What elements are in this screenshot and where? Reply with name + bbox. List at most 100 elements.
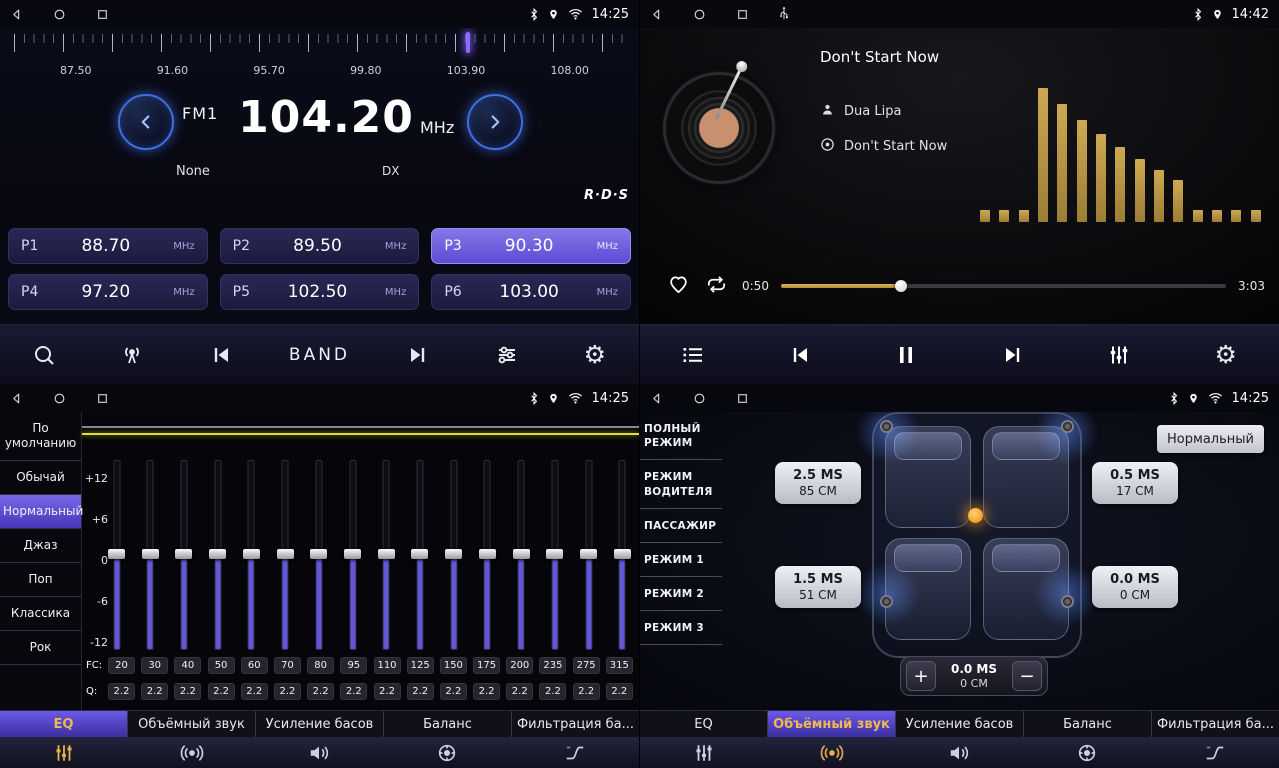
eq-icon[interactable] — [0, 737, 128, 768]
preset-p1[interactable]: P1 88.70 MHz — [8, 228, 208, 264]
tab-bass-boost[interactable]: Усиление басов — [896, 711, 1024, 737]
balance-icon[interactable] — [1023, 737, 1151, 768]
back-icon[interactable] — [650, 8, 663, 21]
tab-bass-boost[interactable]: Усиление басов — [256, 711, 384, 737]
eq-preset-custom[interactable]: Обычай — [0, 461, 81, 495]
recents-icon[interactable] — [736, 392, 749, 405]
eq-band-slider[interactable] — [580, 460, 597, 650]
bass-boost-icon[interactable] — [896, 737, 1024, 768]
eq-preset-jazz[interactable]: Джаз — [0, 529, 81, 563]
bass-boost-icon[interactable] — [256, 737, 384, 768]
band-button[interactable]: BAND — [289, 345, 350, 365]
slider-knob[interactable] — [344, 549, 361, 559]
back-icon[interactable] — [650, 392, 663, 405]
back-icon[interactable] — [10, 8, 23, 21]
eq-band-slider[interactable] — [277, 460, 294, 650]
slider-knob[interactable] — [175, 549, 192, 559]
back-icon[interactable] — [10, 392, 23, 405]
tab-filter[interactable]: Фильтрация ба... — [1152, 711, 1279, 737]
slider-knob[interactable] — [243, 549, 260, 559]
filter-icon[interactable] — [1151, 737, 1279, 768]
slider-knob[interactable] — [142, 549, 159, 559]
slider-knob[interactable] — [310, 549, 327, 559]
surround-icon[interactable] — [768, 737, 896, 768]
eq-preset-classic[interactable]: Классика — [0, 597, 81, 631]
eq-preset-default[interactable]: По умолчанию — [0, 412, 81, 461]
delay-decrease-button[interactable]: − — [1012, 661, 1042, 691]
delay-rear-left[interactable]: 1.5 MS 51 CM — [775, 566, 861, 608]
recents-icon[interactable] — [96, 8, 109, 21]
mode-driver[interactable]: РЕЖИМ ВОДИТЕЛЯ — [640, 460, 722, 508]
settings-gear-icon[interactable]: ⚙ — [1206, 342, 1246, 367]
previous-station-button[interactable] — [201, 343, 241, 367]
slider-knob[interactable] — [411, 549, 428, 559]
home-icon[interactable] — [53, 392, 66, 405]
mode-full[interactable]: ПОЛНЫЙ РЕЖИМ — [640, 412, 722, 460]
seek-knob[interactable] — [895, 280, 907, 292]
mode-1[interactable]: РЕЖИМ 1 — [640, 543, 722, 577]
repeat-icon[interactable] — [703, 273, 730, 300]
eq-band-slider[interactable] — [209, 460, 226, 650]
delay-front-right[interactable]: 0.5 MS 17 CM — [1092, 462, 1178, 504]
eq-band-slider[interactable] — [142, 460, 159, 650]
previous-track-button[interactable] — [780, 343, 820, 367]
next-station-button[interactable] — [398, 343, 438, 367]
slider-knob[interactable] — [479, 549, 496, 559]
home-icon[interactable] — [693, 8, 706, 21]
slider-knob[interactable] — [580, 549, 597, 559]
balance-icon[interactable] — [383, 737, 511, 768]
scan-button[interactable] — [24, 343, 64, 367]
eq-band-slider[interactable] — [108, 460, 125, 650]
tab-eq[interactable]: EQ — [0, 711, 128, 737]
eq-band-slider[interactable] — [445, 460, 462, 650]
recents-icon[interactable] — [96, 392, 109, 405]
tune-down-button[interactable] — [118, 94, 174, 150]
eq-icon[interactable] — [640, 737, 768, 768]
tune-up-button[interactable] — [467, 94, 523, 150]
album-art[interactable] — [663, 72, 775, 184]
tuner-indicator[interactable] — [466, 32, 470, 53]
tab-balance[interactable]: Баланс — [1024, 711, 1152, 737]
tab-surround[interactable]: Объёмный звук — [128, 711, 256, 737]
broadcast-icon[interactable] — [112, 343, 152, 367]
mode-3[interactable]: РЕЖИМ 3 — [640, 611, 722, 645]
eq-band-slider[interactable] — [614, 460, 631, 650]
home-icon[interactable] — [53, 8, 66, 21]
preset-p4[interactable]: P4 97.20 MHz — [8, 274, 208, 310]
seek-bar[interactable] — [781, 284, 1226, 288]
slider-knob[interactable] — [513, 549, 530, 559]
eq-preset-pop[interactable]: Поп — [0, 563, 81, 597]
tab-balance[interactable]: Баланс — [384, 711, 512, 737]
eq-preset-normal[interactable]: Нормальный — [0, 495, 81, 529]
eq-band-slider[interactable] — [411, 460, 428, 650]
eq-band-slider[interactable] — [310, 460, 327, 650]
filter-icon[interactable] — [511, 737, 639, 768]
next-track-button[interactable] — [993, 343, 1033, 367]
slider-knob[interactable] — [108, 549, 125, 559]
audio-settings-icon[interactable] — [487, 343, 527, 367]
slider-knob[interactable] — [378, 549, 395, 559]
slider-knob[interactable] — [209, 549, 226, 559]
settings-gear-icon[interactable]: ⚙ — [575, 342, 615, 367]
sound-profile-button[interactable]: Нормальный — [1157, 425, 1264, 453]
pause-button[interactable] — [886, 343, 926, 367]
playlist-icon[interactable] — [673, 343, 713, 367]
preset-p6[interactable]: P6 103.00 MHz — [431, 274, 631, 310]
delay-increase-button[interactable]: + — [906, 661, 936, 691]
slider-knob[interactable] — [277, 549, 294, 559]
slider-knob[interactable] — [445, 549, 462, 559]
delay-front-left[interactable]: 2.5 MS 85 CM — [775, 462, 861, 504]
eq-band-slider[interactable] — [378, 460, 395, 650]
surround-icon[interactable] — [128, 737, 256, 768]
eq-band-slider[interactable] — [243, 460, 260, 650]
mode-passenger[interactable]: ПАССАЖИР — [640, 509, 722, 543]
preset-p3[interactable]: P3 90.30 MHz — [431, 228, 631, 264]
recents-icon[interactable] — [736, 8, 749, 21]
tab-surround[interactable]: Объёмный звук — [768, 711, 896, 737]
eq-preset-rock[interactable]: Рок — [0, 631, 81, 665]
eq-band-slider[interactable] — [175, 460, 192, 650]
equalizer-icon[interactable] — [1099, 343, 1139, 367]
preset-p5[interactable]: P5 102.50 MHz — [220, 274, 420, 310]
tab-filter[interactable]: Фильтрация ба... — [512, 711, 639, 737]
tab-eq[interactable]: EQ — [640, 711, 768, 737]
